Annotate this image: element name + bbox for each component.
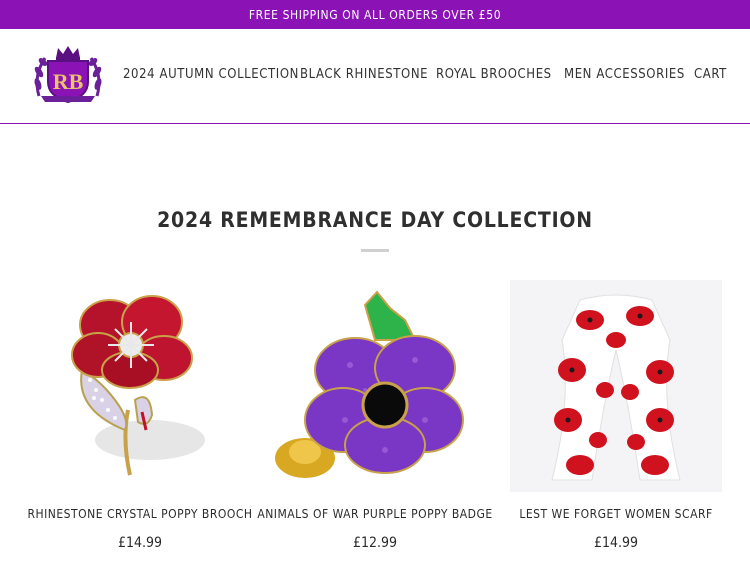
announcement-bar: FREE SHIPPING ON ALL ORDERS OVER £50 [0,0,750,29]
product-price: £12.99 [352,535,398,551]
purple-poppy-badge-icon[interactable] [265,280,485,492]
announcement-text: FREE SHIPPING ON ALL ORDERS OVER £50 [248,7,502,22]
nav-item-royal-brooches[interactable]: ROYAL BROOCHES [436,67,552,82]
product-name[interactable]: LEST WE FORGET WOMEN SCARF [490,507,742,521]
nav-item-cart[interactable]: CART [694,67,727,82]
main-nav: 2024 AUTUMN COLLECTION BLACK RHINESTONE … [0,29,750,124]
title-divider [361,249,389,252]
nav-item-black-rhinestone[interactable]: BLACK RHINESTONE [300,67,428,82]
product-name[interactable]: RHINESTONE CRYSTAL POPPY BROOCH [10,507,270,521]
poppy-scarf-icon[interactable] [510,280,722,492]
product-price: £14.99 [117,535,163,551]
product-name[interactable]: ANIMALS OF WAR PURPLE POPPY BADGE [245,507,505,521]
nav-item-autumn-collection[interactable]: 2024 AUTUMN COLLECTION [123,67,299,82]
collection-title: 2024 REMEMBRANCE DAY COLLECTION [157,208,593,232]
site-header: RB 2024 AUTUMN COLLECTION BLACK RHINESTO… [0,29,750,124]
nav-item-men-accessories[interactable]: MEN ACCESSORIES [564,67,685,82]
product-price: £14.99 [593,535,639,551]
red-poppy-brooch-icon[interactable] [30,280,250,492]
